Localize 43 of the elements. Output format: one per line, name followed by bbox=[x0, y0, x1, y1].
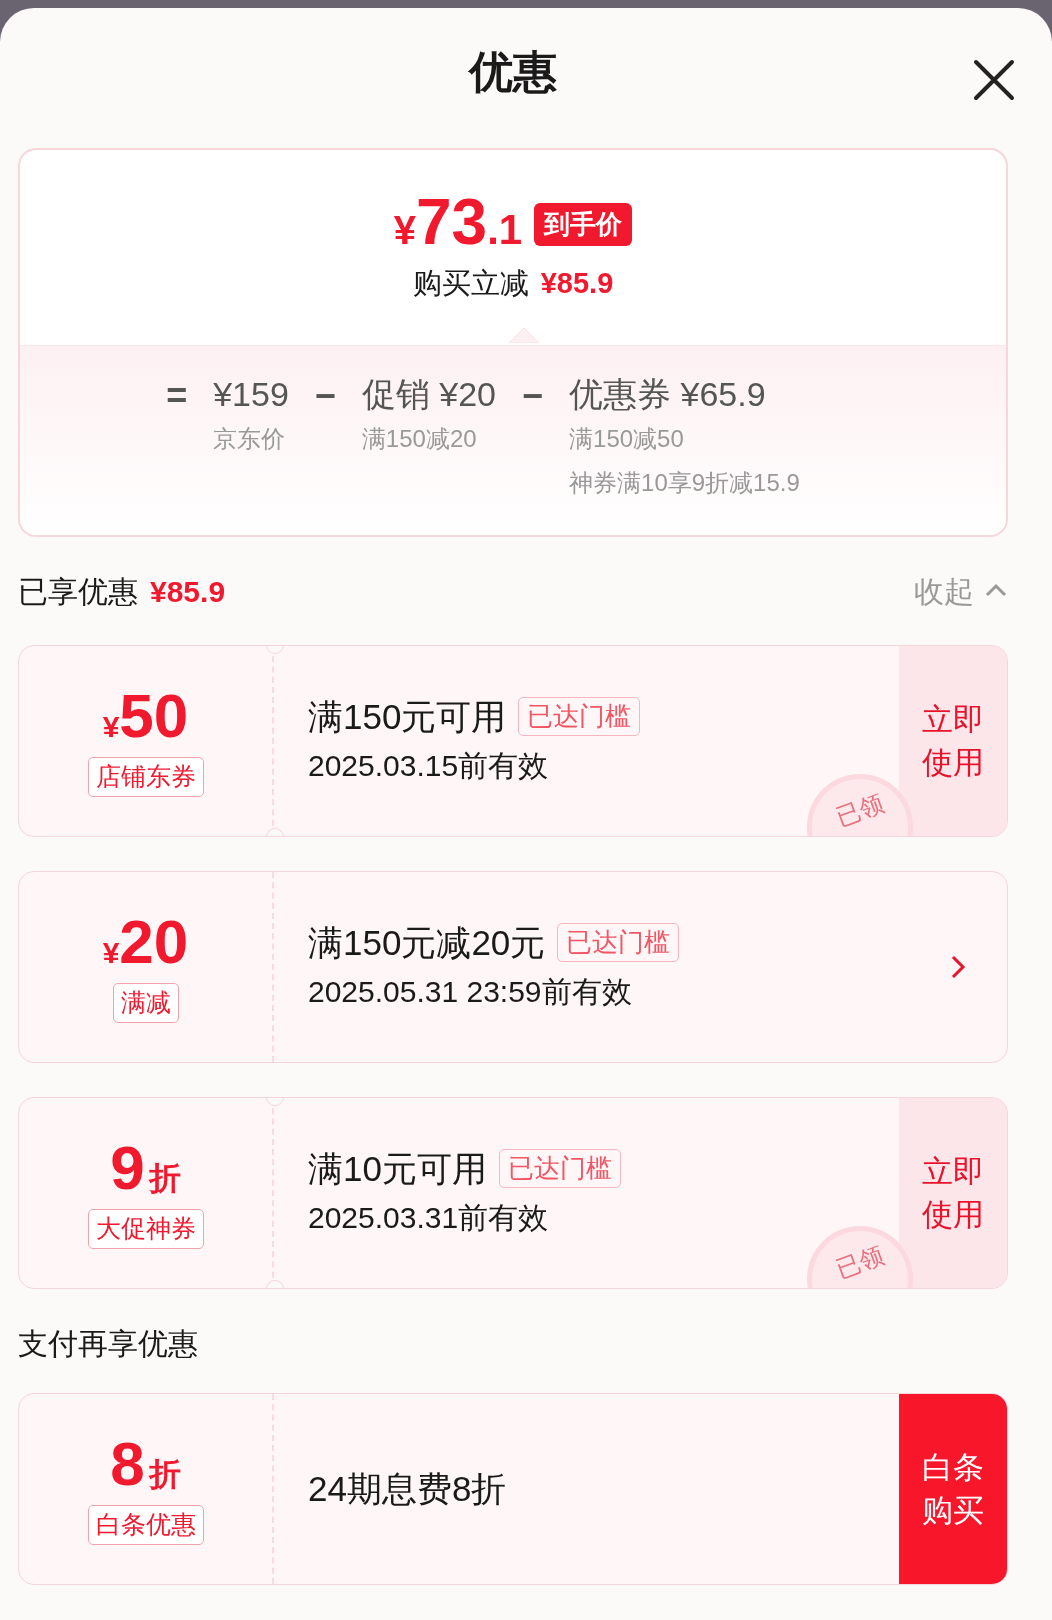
coupon-value: ¥20 bbox=[102, 911, 189, 974]
breakdown-amount: 优惠券 ¥65.9 bbox=[569, 376, 767, 414]
breakdown-note: 满150减20 bbox=[361, 424, 478, 455]
breakdown-amount: 促销 ¥20 bbox=[361, 376, 497, 414]
operator-sign: = bbox=[166, 376, 188, 418]
sheet-title: 优惠 bbox=[469, 46, 557, 98]
operator-sign: − bbox=[314, 376, 336, 418]
operator-sign: − bbox=[522, 376, 544, 418]
use-button[interactable]: 立即使用 bbox=[899, 1098, 1007, 1288]
use-button[interactable]: 立即使用 bbox=[899, 646, 1007, 836]
price-badge: 到手价 bbox=[534, 203, 633, 246]
coupon-value: ¥50 bbox=[102, 685, 189, 748]
claimed-stamp: 已领 bbox=[807, 774, 913, 836]
coupon-title: 满150元减20元 bbox=[308, 921, 546, 964]
coupon-tag: 大促神券 bbox=[87, 1209, 204, 1249]
coupon-tag: 满减 bbox=[112, 983, 179, 1023]
breakdown-note: 满150减50 bbox=[569, 424, 685, 455]
coupon-validity: 2025.03.31前有效 bbox=[308, 1200, 550, 1237]
threshold-badge: 已达门槛 bbox=[557, 922, 680, 963]
saving-label: 购买立减 bbox=[412, 266, 529, 301]
coupon-tag: 店铺东券 bbox=[87, 757, 204, 797]
coupon-validity: 2025.05.31 23:59前有效 bbox=[308, 974, 633, 1011]
section-label: 支付再享优惠 bbox=[18, 1325, 199, 1362]
saving-amount: ¥85.9 bbox=[540, 266, 614, 301]
coupon-title: 24期息费8折 bbox=[308, 1468, 507, 1511]
coupon-value: 9折 bbox=[110, 1137, 181, 1200]
threshold-badge: 已达门槛 bbox=[518, 696, 641, 737]
breakdown-amount: ¥159 bbox=[213, 376, 289, 414]
section-label: 已享优惠 bbox=[18, 573, 138, 610]
coupon-title: 满150元可用 bbox=[308, 695, 507, 738]
coupon-tag: 白条优惠 bbox=[87, 1505, 204, 1545]
breakdown-note: 神券满10享9折减15.9 bbox=[569, 468, 800, 499]
pointer-caret bbox=[509, 326, 539, 343]
coupon-validity: 2025.03.15前有效 bbox=[308, 748, 550, 785]
threshold-badge: 已达门槛 bbox=[498, 1148, 621, 1189]
final-price: ¥73.1 bbox=[393, 190, 523, 254]
pay-button[interactable]: 白条购买 bbox=[899, 1394, 1007, 1584]
breakdown-note: 京东价 bbox=[213, 424, 287, 455]
collapse-toggle[interactable]: 收起 bbox=[914, 568, 1008, 614]
coupon-value: 8折 bbox=[110, 1433, 181, 1496]
coupon-title: 满10元可用 bbox=[308, 1147, 487, 1190]
claimed-stamp: 已领 bbox=[807, 1226, 913, 1288]
section-amount: ¥85.9 bbox=[150, 573, 226, 610]
